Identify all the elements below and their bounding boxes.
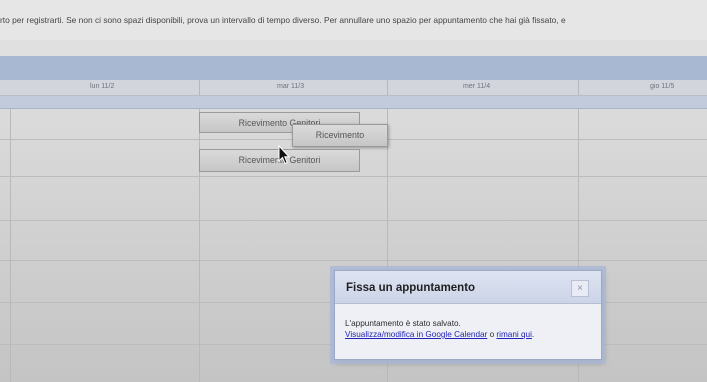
day-header-divider: [199, 80, 200, 95]
allday-band: [0, 96, 707, 109]
close-icon[interactable]: ×: [571, 280, 589, 297]
calendar-page: rto per registrarti. Se non ci sono spaz…: [0, 0, 707, 382]
day-header-row: lun 11/2 mar 11/3 mer 11/4 gio 11/5: [0, 80, 707, 96]
appointment-slot-dragging[interactable]: Ricevimento: [292, 124, 388, 147]
appointment-slot-label: Ricevimento: [315, 130, 365, 140]
dialog-period: .: [531, 330, 535, 339]
day-header-divider: [387, 80, 388, 95]
appointment-dialog: Fissa un appuntamento × L'appuntamento è…: [334, 270, 602, 360]
dialog-body: L'appuntamento è stato salvato. Visualiz…: [345, 318, 534, 340]
grid-row-line: [0, 220, 707, 221]
grid-row-line: [0, 260, 707, 261]
dialog-title: Fissa un appuntamento: [346, 282, 476, 294]
day-header-thu[interactable]: gio 11/5: [650, 83, 674, 90]
day-header-wed[interactable]: mer 11/4: [463, 83, 490, 90]
grid-column-line: [10, 109, 11, 382]
day-header-mon[interactable]: lun 11/2: [90, 83, 114, 90]
stay-here-link[interactable]: rimani qui: [496, 330, 532, 339]
day-header-divider: [578, 80, 579, 95]
grid-row-line: [0, 176, 707, 177]
view-in-calendar-link[interactable]: Visualizza/modifica in Google Calendar: [345, 330, 487, 339]
instructions-bar: rto per registrarti. Se non ci sono spaz…: [0, 0, 707, 40]
dialog-header: Fissa un appuntamento ×: [335, 271, 601, 304]
calendar-header-band: [0, 56, 707, 80]
mouse-pointer-icon: [278, 145, 290, 165]
day-header-tue[interactable]: mar 11/3: [277, 83, 304, 90]
dialog-message: L'appuntamento è stato salvato.: [345, 319, 461, 328]
instructions-text: rto per registrarti. Se non ci sono spaz…: [0, 15, 566, 25]
